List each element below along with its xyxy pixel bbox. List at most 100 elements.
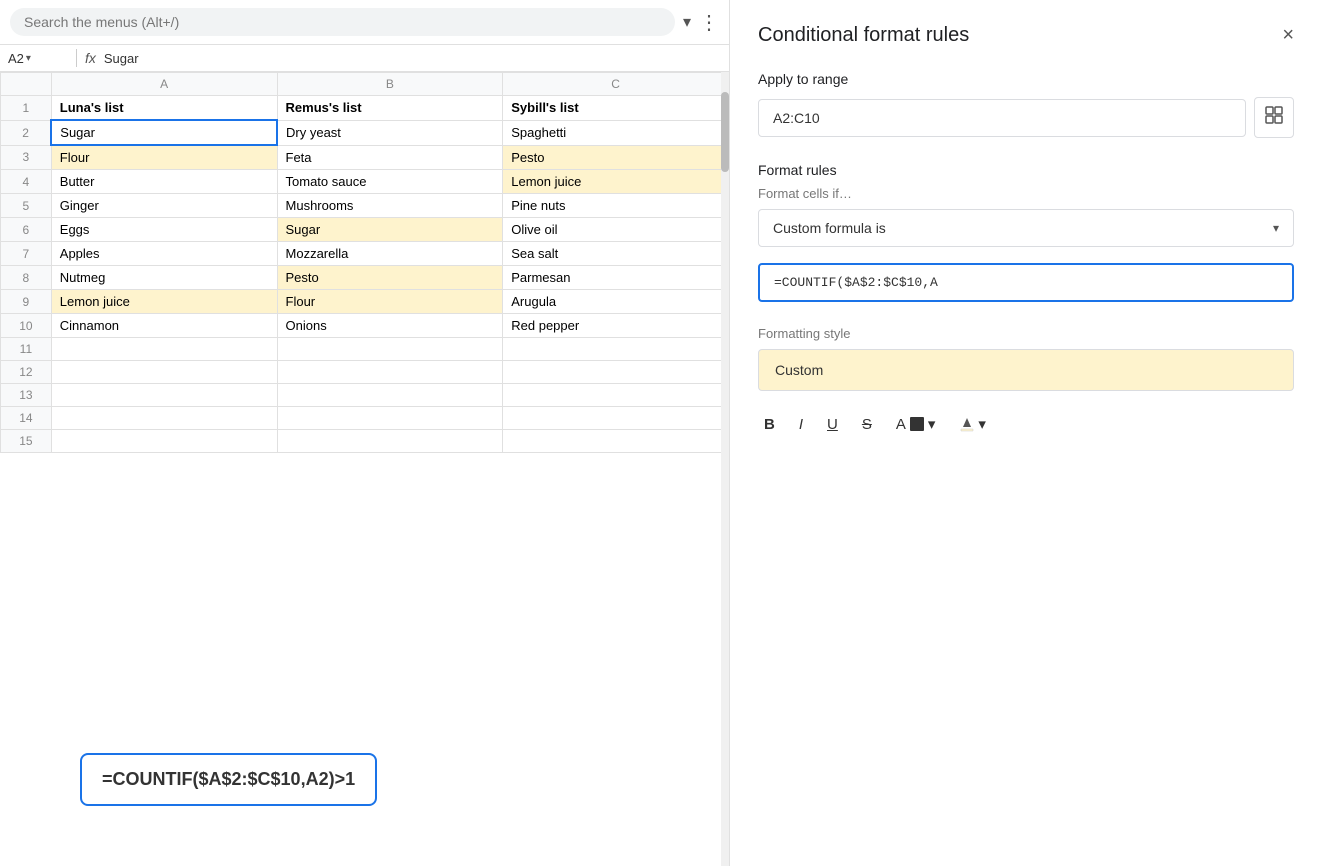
cell-a4[interactable]: Butter	[51, 170, 277, 194]
cell-b10[interactable]: Onions	[277, 314, 503, 338]
cell-b9[interactable]: Flour	[277, 290, 503, 314]
cell-a5[interactable]: Ginger	[51, 194, 277, 218]
data-header-row: 1 Luna's list Remus's list Sybill's list	[1, 96, 729, 121]
cell-c10[interactable]: Red pepper	[503, 314, 729, 338]
table-row: 13	[1, 384, 729, 407]
table-row: 2SugarDry yeastSpaghetti	[1, 120, 729, 145]
cell-c14[interactable]	[503, 407, 729, 430]
font-color-label: A	[896, 416, 906, 433]
fx-icon: fx	[85, 50, 96, 66]
top-bar: Search the menus (Alt+/) ▾ ⋮	[0, 0, 729, 45]
right-panel: Conditional format rules × Apply to rang…	[730, 0, 1322, 866]
row-num-9: 9	[1, 290, 52, 314]
cell-a11[interactable]	[51, 338, 277, 361]
cell-b4[interactable]: Tomato sauce	[277, 170, 503, 194]
strikethrough-button[interactable]: S	[856, 412, 878, 437]
table-row: 12	[1, 361, 729, 384]
cell-a15[interactable]	[51, 430, 277, 453]
scrollbar-thumb[interactable]	[721, 92, 729, 172]
font-color-button[interactable]: A ▾	[890, 411, 942, 437]
cell-a9[interactable]: Lemon juice	[51, 290, 277, 314]
cell-c12[interactable]	[503, 361, 729, 384]
grid-icon	[1265, 106, 1283, 124]
table-row: 15	[1, 430, 729, 453]
cell-a12[interactable]	[51, 361, 277, 384]
panel-title: Conditional format rules	[758, 24, 969, 47]
callout-formula-text: =COUNTIF($A$2:$C$10,A2)>1	[102, 769, 355, 789]
format-condition-dropdown[interactable]: Custom formula is ▾	[758, 209, 1294, 247]
cell-b15[interactable]	[277, 430, 503, 453]
cell-c5[interactable]: Pine nuts	[503, 194, 729, 218]
cell-b5[interactable]: Mushrooms	[277, 194, 503, 218]
chevron-down-btn[interactable]: ▾	[683, 12, 691, 32]
spreadsheet-area: Search the menus (Alt+/) ▾ ⋮ A2 ▾ fx Sug…	[0, 0, 730, 866]
highlight-arrow-icon: ▾	[978, 415, 986, 433]
header-luna[interactable]: Luna's list	[51, 96, 277, 121]
font-color-arrow: ▾	[928, 415, 936, 433]
table-row: 7ApplesMozzarellaSea salt	[1, 242, 729, 266]
cell-b8[interactable]: Pesto	[277, 266, 503, 290]
table-row: 10CinnamonOnionsRed pepper	[1, 314, 729, 338]
custom-formula-input[interactable]	[758, 263, 1294, 302]
close-button[interactable]: ×	[1282, 24, 1294, 47]
grid-icon-button[interactable]	[1254, 97, 1294, 138]
scrollbar[interactable]	[721, 72, 729, 866]
cell-c15[interactable]	[503, 430, 729, 453]
cell-b3[interactable]: Feta	[277, 145, 503, 170]
table-row: 5GingerMushroomsPine nuts	[1, 194, 729, 218]
italic-button[interactable]: I	[793, 412, 809, 437]
column-header-row: A B C	[1, 73, 729, 96]
cell-c2[interactable]: Spaghetti	[503, 120, 729, 145]
col-header-b: B	[277, 73, 503, 96]
grid-container: A B C 1 Luna's list Remus's list Sybill'…	[0, 72, 729, 866]
cell-a10[interactable]: Cinnamon	[51, 314, 277, 338]
corner-cell	[1, 73, 52, 96]
cell-c6[interactable]: Olive oil	[503, 218, 729, 242]
cell-a6[interactable]: Eggs	[51, 218, 277, 242]
cell-c8[interactable]: Parmesan	[503, 266, 729, 290]
row-num-13: 13	[1, 384, 52, 407]
cell-c9[interactable]: Arugula	[503, 290, 729, 314]
header-sybill[interactable]: Sybill's list	[503, 96, 729, 121]
cell-reference[interactable]: A2 ▾	[8, 51, 68, 66]
range-input[interactable]	[758, 99, 1246, 137]
highlight-color-button[interactable]: ▾	[953, 411, 992, 437]
cell-b12[interactable]	[277, 361, 503, 384]
cell-c11[interactable]	[503, 338, 729, 361]
cell-b6[interactable]: Sugar	[277, 218, 503, 242]
row-num-11: 11	[1, 338, 52, 361]
header-remus[interactable]: Remus's list	[277, 96, 503, 121]
cell-a2[interactable]: Sugar	[51, 120, 277, 145]
row-num-8: 8	[1, 266, 52, 290]
cell-c13[interactable]	[503, 384, 729, 407]
table-row: 4ButterTomato sauceLemon juice	[1, 170, 729, 194]
cell-a14[interactable]	[51, 407, 277, 430]
cell-b7[interactable]: Mozzarella	[277, 242, 503, 266]
range-input-row	[758, 97, 1294, 138]
format-cells-if-label: Format cells if…	[758, 186, 1294, 201]
cell-ref-value: A2	[8, 51, 24, 66]
cell-b13[interactable]	[277, 384, 503, 407]
bold-button[interactable]: B	[758, 412, 781, 437]
cell-b11[interactable]	[277, 338, 503, 361]
cell-c3[interactable]: Pesto	[503, 145, 729, 170]
cell-a3[interactable]: Flour	[51, 145, 277, 170]
cell-b14[interactable]	[277, 407, 503, 430]
dropdown-selected-value: Custom formula is	[773, 220, 886, 236]
cell-a8[interactable]: Nutmeg	[51, 266, 277, 290]
col-header-a: A	[51, 73, 277, 96]
cell-c4[interactable]: Lemon juice	[503, 170, 729, 194]
cell-c7[interactable]: Sea salt	[503, 242, 729, 266]
cell-a13[interactable]	[51, 384, 277, 407]
more-options-btn[interactable]: ⋮	[699, 10, 719, 35]
formula-bar-value: Sugar	[104, 51, 139, 66]
cell-b2[interactable]: Dry yeast	[277, 120, 503, 145]
panel-header: Conditional format rules ×	[758, 24, 1294, 47]
cell-a7[interactable]: Apples	[51, 242, 277, 266]
search-box[interactable]: Search the menus (Alt+/)	[10, 8, 675, 36]
underline-button[interactable]: U	[821, 412, 844, 437]
apply-to-range-label: Apply to range	[758, 71, 1294, 87]
style-preview-box: Custom	[758, 349, 1294, 391]
search-placeholder: Search the menus (Alt+/)	[24, 14, 661, 30]
table-row: 3FlourFetaPesto	[1, 145, 729, 170]
